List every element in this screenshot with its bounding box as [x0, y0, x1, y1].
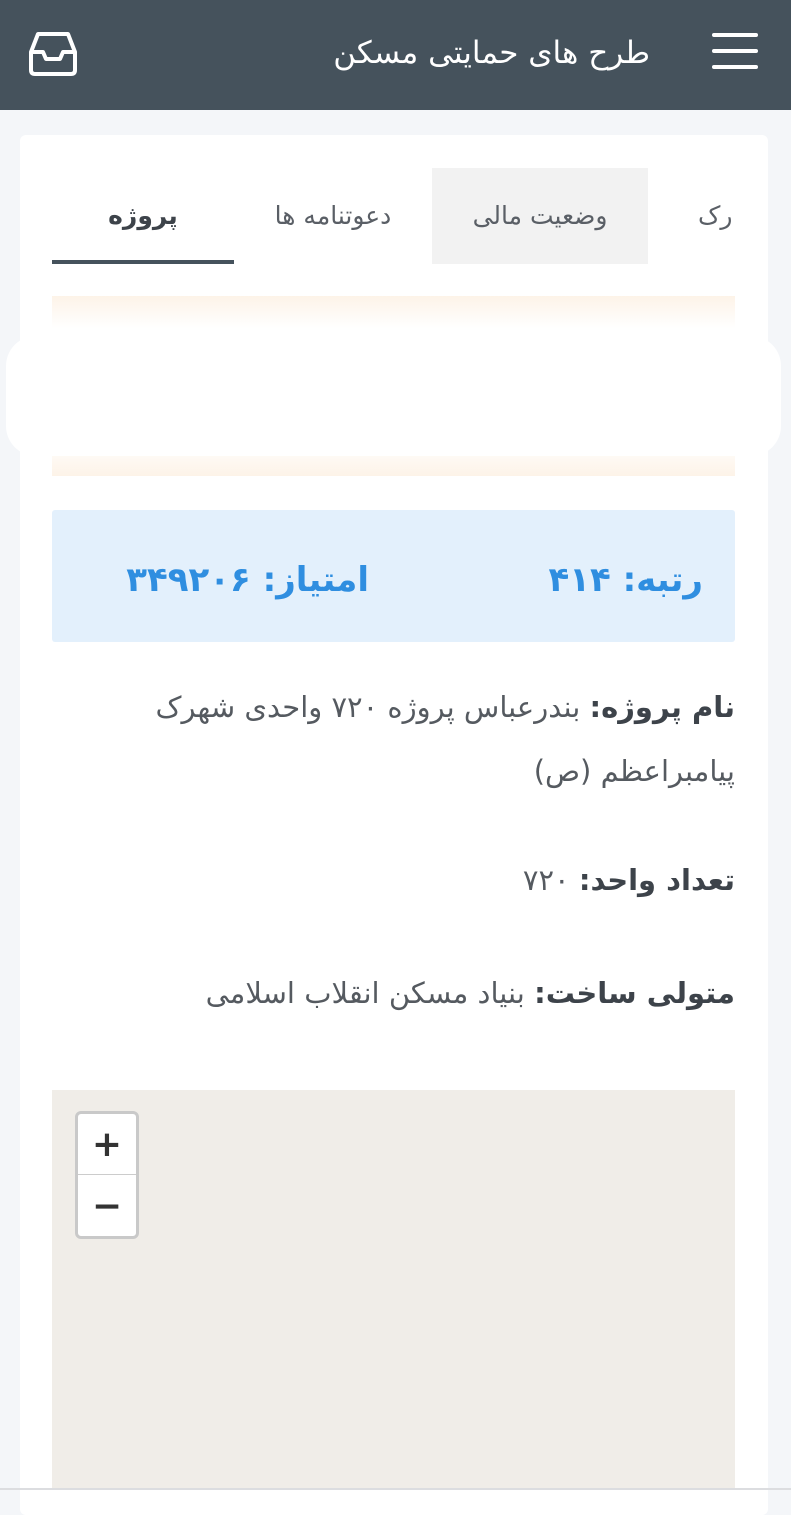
builder: متولی ساخت: بنیاد مسکن انقلاب اسلامی: [60, 961, 735, 1025]
rank-value: ۴۱۴: [548, 560, 611, 600]
divider: [0, 1488, 791, 1490]
tab-partial[interactable]: رک: [698, 168, 742, 264]
unit-count-value: ۷۲۰: [522, 863, 570, 897]
project-name: نام پروژه: بندرعباس پروژه ۷۲۰ واحدی شهرک…: [60, 675, 735, 803]
tab-financial-status[interactable]: وضعیت مالی: [432, 168, 648, 264]
rank-label: رتبه:: [622, 560, 703, 600]
zoom-in-button[interactable]: +: [78, 1114, 136, 1175]
banner-image: [6, 296, 781, 476]
zoom-control: + −: [75, 1111, 139, 1239]
project-name-label: نام پروژه:: [589, 690, 736, 724]
points-label: امتیاز:: [262, 560, 369, 600]
app-header: طرح های حمایتی مسکن: [0, 0, 791, 110]
points-value: ۳۴۹۲۰۶: [126, 560, 251, 600]
unit-count: تعداد واحد: ۷۲۰: [60, 848, 735, 912]
tab-invitations[interactable]: دعوتنامه ها: [242, 168, 424, 264]
tab-project[interactable]: پروژه: [52, 168, 234, 264]
zoom-out-button[interactable]: −: [78, 1176, 136, 1237]
rank: رتبه: ۴۱۴: [548, 550, 703, 610]
page-title: طرح های حمایتی مسکن: [333, 35, 650, 71]
points: امتیاز: ۳۴۹۲۰۶: [126, 550, 369, 610]
map-view[interactable]: + −: [52, 1090, 735, 1490]
builder-value: بنیاد مسکن انقلاب اسلامی: [205, 976, 525, 1010]
inbox-icon[interactable]: [26, 30, 80, 76]
score-box: رتبه: ۴۱۴ امتیاز: ۳۴۹۲۰۶: [52, 510, 735, 642]
unit-count-label: تعداد واحد:: [578, 863, 735, 897]
hamburger-menu-icon[interactable]: [710, 30, 760, 72]
builder-label: متولی ساخت:: [534, 976, 735, 1010]
